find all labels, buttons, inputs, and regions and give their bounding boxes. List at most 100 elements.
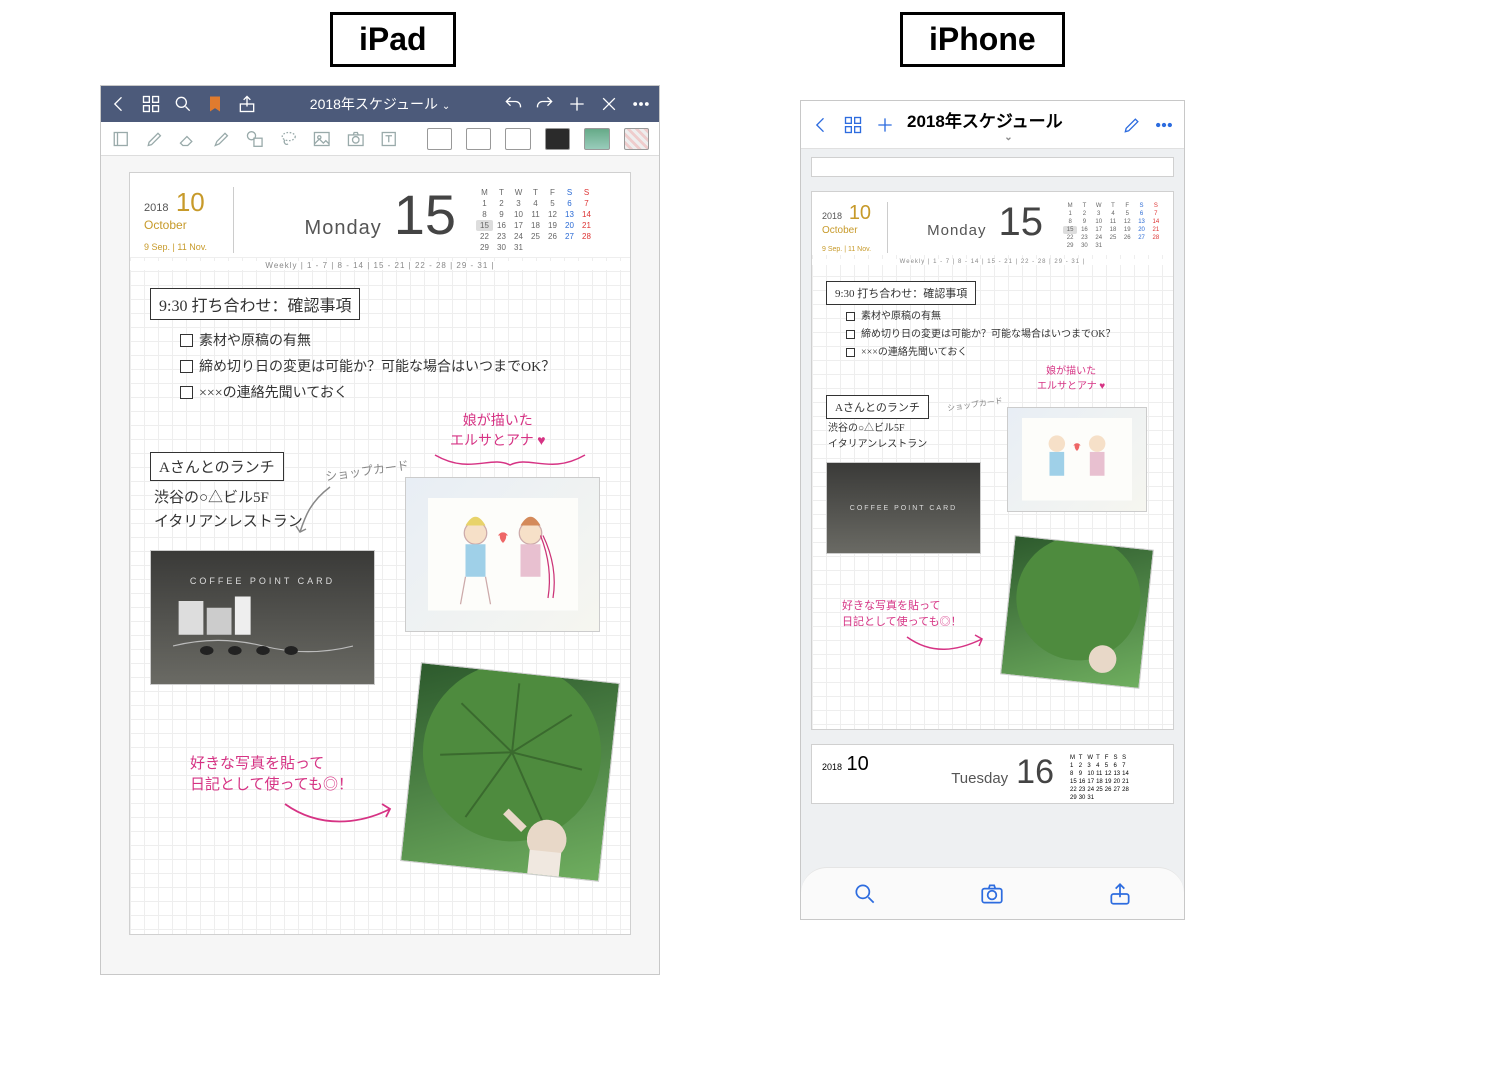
- close-tools-icon[interactable]: [599, 94, 619, 114]
- lunch-detail: イタリアンレストラン: [828, 435, 927, 450]
- camera-icon[interactable]: [979, 881, 1005, 907]
- prev-page-peek[interactable]: [811, 157, 1174, 177]
- checklist-item: ×××の連絡先聞いておく: [180, 382, 348, 402]
- year: 2018: [144, 202, 168, 214]
- checkbox-icon: [846, 330, 855, 339]
- lunch-detail: 渋谷の○△ビル5F: [154, 486, 269, 507]
- lunch-detail: イタリアンレストラン: [154, 510, 303, 531]
- next-page-peek[interactable]: 2018 10 Tuesday 16 MTWTFSS12345678910111…: [811, 744, 1174, 804]
- adjacent-months: 9 Sep. | 11 Nov.: [822, 246, 879, 253]
- grid-icon[interactable]: [141, 94, 161, 114]
- checklist-item: ×××の連絡先聞いておく: [846, 343, 967, 358]
- brace-icon: [430, 450, 590, 480]
- ipad-tool-row: [101, 122, 659, 156]
- document-title[interactable]: 2018年スケジュール ⌄: [310, 94, 450, 114]
- add-icon[interactable]: [875, 115, 895, 135]
- arrow-icon: [290, 482, 340, 542]
- device-label-iphone: iPhone: [900, 12, 1065, 67]
- image-icon[interactable]: [312, 129, 332, 149]
- share-icon[interactable]: [237, 94, 257, 114]
- checkbox-icon: [180, 386, 193, 399]
- ipad-canvas[interactable]: 2018 10 October 9 Sep. | 11 Nov. Monday …: [101, 156, 659, 974]
- more-icon[interactable]: [1154, 115, 1174, 135]
- page-thumb[interactable]: [427, 128, 452, 150]
- day-number: 15: [394, 187, 456, 243]
- note-area[interactable]: 9:30 打ち合わせ：確認事項 素材や原稿の有無 締め切り日の変更は可能か？可能…: [130, 282, 630, 922]
- arrow-icon: [902, 629, 992, 659]
- day-of-week: Tuesday: [951, 770, 1008, 787]
- note-area[interactable]: 9:30 打ち合わせ：確認事項 素材や原稿の有無 締め切り日の変更は可能か？可能…: [812, 277, 1173, 717]
- mini-calendar: MTWTFSS123456789101112131415161718192021…: [1068, 753, 1163, 803]
- checkbox-icon: [180, 360, 193, 373]
- coffee-card-label: COFFEE POINT CARD: [190, 576, 335, 586]
- checkbox-icon: [180, 334, 193, 347]
- lunch-heading: Aさんとのランチ: [826, 395, 929, 419]
- more-icon[interactable]: [631, 94, 651, 114]
- iphone-top-toolbar: 2018年スケジュール⌄: [801, 101, 1184, 149]
- planner-page: 2018 10 October 9 Sep. | 11 Nov. Monday …: [129, 172, 631, 935]
- mini-calendar: MTWTFSS123456789101112131415161718192021…: [1063, 202, 1163, 253]
- search-icon[interactable]: [173, 94, 193, 114]
- document-title[interactable]: 2018年スケジュール⌄: [907, 107, 1110, 143]
- iphone-frame: 2018年スケジュール⌄ 2018 10 October 9 Sep. | 11…: [800, 100, 1185, 920]
- lasso-icon[interactable]: [279, 129, 299, 149]
- back-icon[interactable]: [109, 94, 129, 114]
- page-thumb[interactable]: [466, 128, 491, 150]
- month-name: October: [822, 225, 879, 236]
- highlighter-icon[interactable]: [212, 129, 232, 149]
- search-icon[interactable]: [852, 881, 878, 907]
- checkbox-icon: [846, 312, 855, 321]
- photo-note: 好きな写真を貼って日記として使っても◎！: [190, 752, 353, 794]
- page-thumb[interactable]: [624, 128, 649, 150]
- arrow-icon: [280, 794, 400, 834]
- day-number: 16: [1016, 753, 1054, 792]
- weekly-line: Weekly | 1 - 7 | 8 - 14 | 15 - 21 | 22 -…: [130, 261, 630, 270]
- meeting-heading: 9:30 打ち合わせ：確認事項: [826, 281, 976, 305]
- grid-icon[interactable]: [843, 115, 863, 135]
- lunch-detail: 渋谷の○△ビル5F: [828, 419, 905, 434]
- checklist-item: 素材や原稿の有無: [846, 307, 941, 322]
- pasted-photo: [1000, 535, 1154, 689]
- day-number: 15: [999, 202, 1044, 242]
- back-icon[interactable]: [811, 115, 831, 135]
- iphone-scroll-area[interactable]: 2018 10 October 9 Sep. | 11 Nov. Monday …: [801, 149, 1184, 919]
- page-thumb[interactable]: [584, 128, 609, 150]
- planner-page: 2018 10 October 9 Sep. | 11 Nov. Monday …: [811, 191, 1174, 730]
- checklist-item: 締め切り日の変更は可能か？可能な場合はいつまでOK？: [180, 356, 555, 376]
- ipad-top-toolbar: 2018年スケジュール ⌄: [101, 86, 659, 122]
- month-number: 10: [846, 753, 868, 775]
- text-icon[interactable]: [379, 129, 399, 149]
- pasted-drawing: [1007, 407, 1147, 512]
- camera-icon[interactable]: [346, 129, 366, 149]
- year: 2018: [822, 762, 842, 772]
- shop-card-note: ショップカード: [324, 456, 410, 485]
- weekly-line: Weekly | 1 - 7 | 8 - 14 | 15 - 21 | 22 -…: [812, 259, 1173, 265]
- checkbox-icon: [846, 348, 855, 357]
- shape-icon[interactable]: [245, 129, 265, 149]
- pasted-photo: [400, 662, 620, 882]
- share-icon[interactable]: [1107, 881, 1133, 907]
- device-label-ipad: iPad: [330, 12, 456, 67]
- checklist-item: 素材や原稿の有無: [180, 330, 311, 350]
- drawing-note: 娘が描いたエルサとアナ ♥: [450, 410, 546, 450]
- undo-icon[interactable]: [503, 94, 523, 114]
- pasted-drawing: [405, 477, 600, 632]
- month-number: 10: [849, 202, 871, 224]
- photo-note: 好きな写真を貼って日記として使っても◎！: [842, 597, 962, 629]
- checklist-item: 締め切り日の変更は可能か？可能な場合はいつまでOK？: [846, 325, 1115, 340]
- eraser-icon[interactable]: [178, 129, 198, 149]
- page-thumb[interactable]: [505, 128, 530, 150]
- page-thumb[interactable]: [545, 128, 570, 150]
- readonly-icon[interactable]: [111, 129, 131, 149]
- ipad-frame: 2018年スケジュール ⌄ 2018 10: [100, 85, 660, 975]
- iphone-bottom-toolbar: [801, 867, 1184, 919]
- redo-icon[interactable]: [535, 94, 555, 114]
- day-of-week: Monday: [927, 222, 986, 239]
- mini-calendar: MTWTFSS123456789101112131415161718192021…: [476, 187, 616, 253]
- bookmark-icon[interactable]: [205, 94, 225, 114]
- month-name: October: [144, 218, 225, 232]
- add-icon[interactable]: [567, 94, 587, 114]
- pen-icon[interactable]: [145, 129, 165, 149]
- pen-icon[interactable]: [1122, 115, 1142, 135]
- coffee-card-label: COFFEE POINT CARD: [850, 505, 957, 512]
